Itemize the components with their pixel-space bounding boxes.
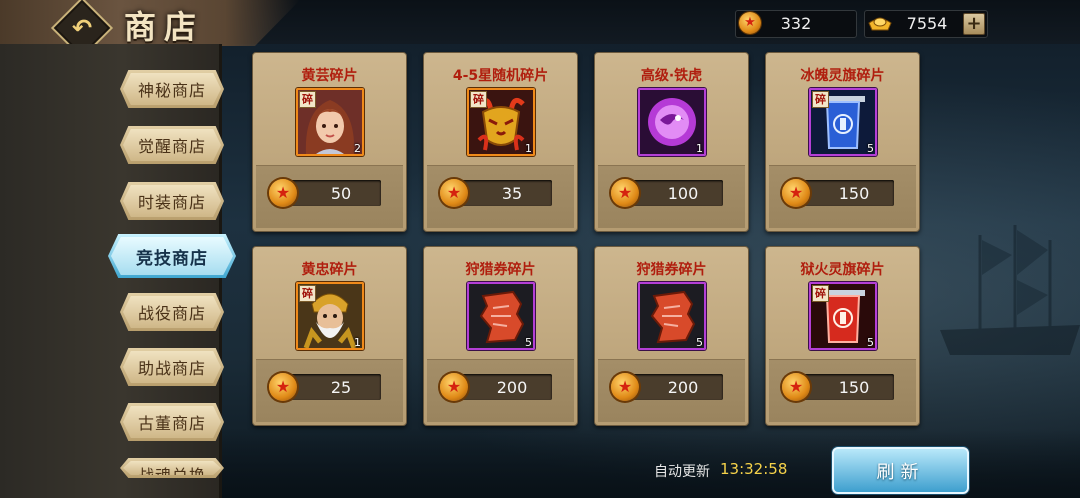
refresh-button[interactable]: 刷新 (832, 447, 969, 494)
item-quantity: 5 (867, 336, 874, 349)
ship-silhouette-icon (940, 225, 1080, 355)
coin-icon (440, 373, 468, 401)
shard-badge: 碎 (299, 91, 316, 108)
coin-icon (269, 179, 297, 207)
coin-icon (739, 12, 761, 34)
tab-mystery-shop[interactable]: 神秘商店 (120, 70, 224, 108)
item-price: 200 (667, 378, 699, 397)
item-quantity: 2 (354, 142, 361, 155)
item-price: 150 (838, 184, 870, 203)
shop-item-card[interactable]: 狩猎券碎片 5 200 (594, 246, 749, 426)
coin-icon (440, 179, 468, 207)
refresh-button-label: 刷新 (876, 462, 925, 483)
tab-costume-shop[interactable]: 时装商店 (120, 182, 224, 220)
torn-ticket-icon (469, 284, 533, 348)
item-icon-frame: 碎 1 (296, 282, 364, 350)
shard-badge: 碎 (812, 91, 829, 108)
tab-label: 神秘商店 (123, 73, 221, 105)
tab-war-soul-exchange[interactable]: 战魂兑换 (120, 458, 224, 478)
item-name: 冰魄灵旗碎片 (800, 68, 885, 84)
item-quantity: 1 (354, 336, 361, 349)
tab-label: 助战商店 (123, 351, 221, 383)
item-price: 100 (667, 184, 699, 203)
tab-label: 竞技商店 (111, 237, 233, 275)
item-icon-frame: 5 (467, 282, 535, 350)
item-price: 25 (330, 378, 352, 397)
coin-currency: 332 (735, 10, 857, 38)
item-price: 50 (330, 184, 352, 203)
coin-icon (782, 373, 810, 401)
tab-arena-shop[interactable]: 竞技商店 (108, 234, 236, 278)
coin-icon (782, 179, 810, 207)
item-icon-frame: 碎 5 (809, 282, 877, 350)
item-price: 35 (501, 184, 523, 203)
item-name: 狩猎券碎片 (465, 262, 536, 278)
item-icon-frame: 碎 2 (296, 88, 364, 156)
auto-refresh-label: 自动更新 (654, 464, 710, 480)
shard-badge: 碎 (812, 285, 829, 302)
shop-item-card[interactable]: 黄忠碎片 碎 1 25 (252, 246, 407, 426)
item-icon-frame: 碎 5 (809, 88, 877, 156)
coin-icon (611, 373, 639, 401)
item-quantity: 5 (867, 142, 874, 155)
shard-badge: 碎 (470, 91, 487, 108)
item-icon-frame: 5 (638, 282, 706, 350)
shard-badge: 碎 (299, 285, 316, 302)
item-quantity: 1 (696, 142, 703, 155)
tab-support-shop[interactable]: 助战商店 (120, 348, 224, 386)
shop-item-card[interactable]: 狩猎券碎片 5 200 (423, 246, 578, 426)
item-quantity: 1 (525, 142, 532, 155)
gold-ingot-icon (868, 17, 892, 31)
item-icon-frame: 碎 1 (467, 88, 535, 156)
item-quantity: 5 (525, 336, 532, 349)
tab-label: 觉醒商店 (123, 129, 221, 161)
tab-label: 战役商店 (123, 296, 221, 328)
coin-amount: 332 (780, 14, 812, 33)
item-name: 黄芸碎片 (301, 68, 358, 84)
tab-antique-shop[interactable]: 古董商店 (120, 403, 224, 441)
shop-item-card[interactable]: 黄芸碎片 碎 2 50 (252, 52, 407, 232)
back-arrow-icon: ↶ (71, 13, 93, 42)
gold-ingot-amount: 7554 (906, 14, 948, 33)
item-name: 黄忠碎片 (301, 262, 358, 278)
item-quantity: 5 (696, 336, 703, 349)
tab-awakening-shop[interactable]: 觉醒商店 (120, 126, 224, 164)
torn-ticket-icon (640, 284, 704, 348)
item-price: 150 (838, 378, 870, 397)
shop-item-card[interactable]: 4-5星随机碎片 碎 1 35 (423, 52, 578, 232)
auto-refresh-timer: 13:32:58 (720, 460, 788, 478)
page-title: 商店 (124, 8, 205, 46)
item-name: 高级·铁虎 (640, 68, 703, 84)
shop-item-card[interactable]: 狱火灵旗碎片 碎 5 150 (765, 246, 920, 426)
shop-item-card[interactable]: 高级·铁虎 1 100 (594, 52, 749, 232)
tab-label: 战魂兑换 (123, 461, 221, 475)
item-price: 200 (496, 378, 528, 397)
purple-orb-icon (640, 90, 704, 154)
item-name: 狱火灵旗碎片 (800, 262, 885, 278)
tab-label: 时装商店 (123, 185, 221, 217)
shop-item-card[interactable]: 冰魄灵旗碎片 碎 5 150 (765, 52, 920, 232)
coin-icon (611, 179, 639, 207)
tab-campaign-shop[interactable]: 战役商店 (120, 293, 224, 331)
add-gold-button[interactable]: + (963, 13, 985, 35)
gold-ingot-currency: 7554 + (864, 10, 988, 38)
item-name: 狩猎券碎片 (636, 262, 707, 278)
item-name: 4-5星随机碎片 (452, 68, 549, 84)
coin-icon (269, 373, 297, 401)
tab-label: 古董商店 (123, 406, 221, 438)
item-icon-frame: 1 (638, 88, 706, 156)
